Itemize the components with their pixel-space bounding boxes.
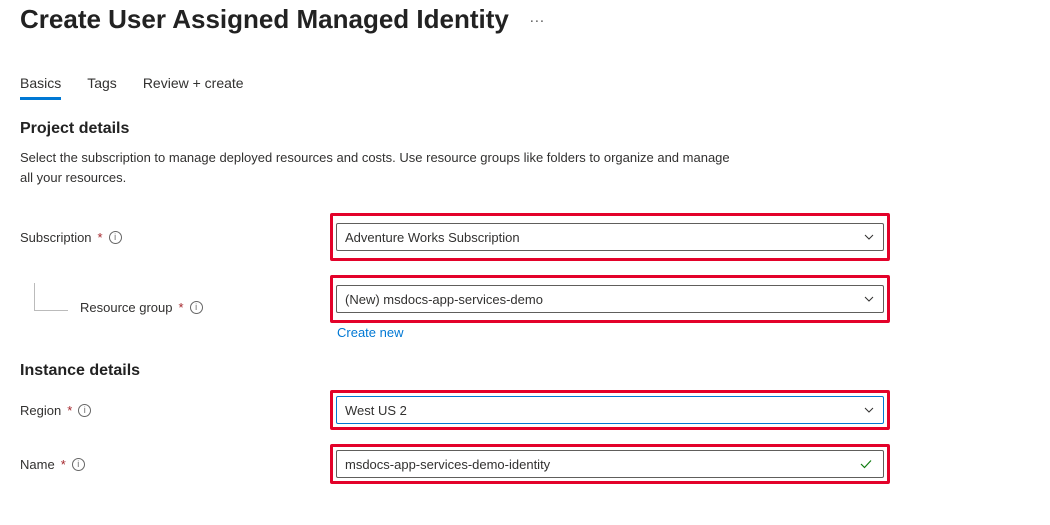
- resource-group-label-text: Resource group: [80, 300, 173, 315]
- resource-group-row: Resource group * i (New) msdocs-app-serv…: [20, 275, 1030, 340]
- info-icon[interactable]: i: [72, 458, 85, 471]
- required-indicator: *: [67, 403, 72, 418]
- project-details-heading: Project details: [20, 120, 1030, 138]
- name-highlight: msdocs-app-services-demo-identity: [330, 444, 890, 484]
- name-label-text: Name: [20, 457, 55, 472]
- name-row: Name * i msdocs-app-services-demo-identi…: [20, 444, 1030, 484]
- info-icon[interactable]: i: [190, 301, 203, 314]
- tab-strip: Basics Tags Review + create: [20, 75, 1030, 100]
- subscription-label: Subscription * i: [20, 230, 330, 245]
- required-indicator: *: [179, 300, 184, 315]
- resource-group-dropdown[interactable]: (New) msdocs-app-services-demo: [336, 285, 884, 313]
- project-details-description: Select the subscription to manage deploy…: [20, 148, 740, 187]
- required-indicator: *: [61, 457, 66, 472]
- info-icon[interactable]: i: [109, 231, 122, 244]
- name-input[interactable]: msdocs-app-services-demo-identity: [336, 450, 884, 478]
- subscription-label-text: Subscription: [20, 230, 92, 245]
- subscription-row: Subscription * i Adventure Works Subscri…: [20, 213, 1030, 261]
- name-label: Name * i: [20, 457, 330, 472]
- resource-group-value: (New) msdocs-app-services-demo: [345, 292, 543, 307]
- more-icon[interactable]: …: [529, 9, 546, 31]
- chevron-down-icon: [863, 293, 875, 305]
- tab-basics[interactable]: Basics: [20, 75, 61, 100]
- name-value: msdocs-app-services-demo-identity: [345, 457, 550, 472]
- region-dropdown[interactable]: West US 2: [336, 396, 884, 424]
- resource-group-label: Resource group * i: [80, 300, 330, 315]
- required-indicator: *: [98, 230, 103, 245]
- subscription-value: Adventure Works Subscription: [345, 230, 520, 245]
- tab-tags[interactable]: Tags: [87, 75, 117, 100]
- subscription-highlight: Adventure Works Subscription: [330, 213, 890, 261]
- region-label: Region * i: [20, 403, 330, 418]
- region-highlight: West US 2: [330, 390, 890, 430]
- region-label-text: Region: [20, 403, 61, 418]
- checkmark-icon: [859, 457, 873, 471]
- subscription-dropdown[interactable]: Adventure Works Subscription: [336, 223, 884, 251]
- instance-details-heading: Instance details: [20, 362, 1030, 380]
- tree-connector-icon: [34, 283, 68, 311]
- page-title: Create User Assigned Managed Identity: [20, 4, 509, 35]
- region-row: Region * i West US 2: [20, 390, 1030, 430]
- chevron-down-icon: [863, 231, 875, 243]
- region-value: West US 2: [345, 403, 407, 418]
- info-icon[interactable]: i: [78, 404, 91, 417]
- tab-review-create[interactable]: Review + create: [143, 75, 244, 100]
- resource-group-highlight: (New) msdocs-app-services-demo: [330, 275, 890, 323]
- chevron-down-icon: [863, 404, 875, 416]
- create-new-link[interactable]: Create new: [337, 325, 890, 340]
